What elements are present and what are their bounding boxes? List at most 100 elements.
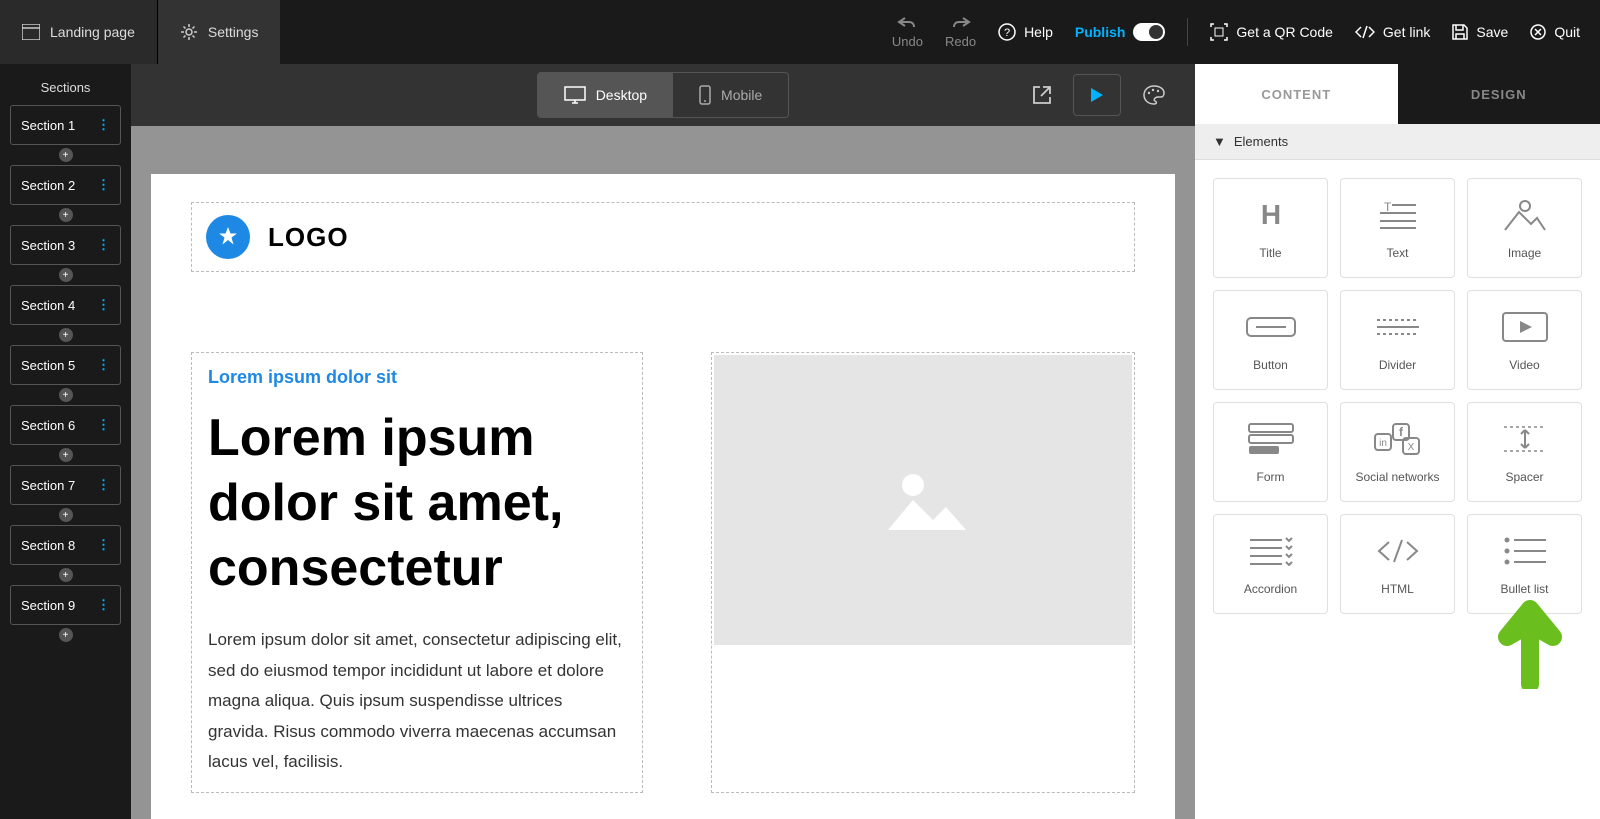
section-label: Section 7 [21, 478, 75, 493]
element-divider[interactable]: Divider [1340, 290, 1455, 390]
add-section-button[interactable]: + [59, 328, 73, 342]
element-label: Accordion [1244, 582, 1297, 596]
add-section-button[interactable]: + [59, 388, 73, 402]
element-label: Bullet list [1500, 582, 1548, 596]
add-section-button[interactable]: + [59, 448, 73, 462]
elements-header[interactable]: ▼ Elements [1195, 124, 1600, 160]
quit-button[interactable]: Quit [1530, 24, 1580, 40]
logo-badge [206, 215, 250, 259]
section-more-icon[interactable]: ⋮ [97, 357, 110, 373]
desktop-view-button[interactable]: Desktop [538, 73, 673, 117]
mobile-view-button[interactable]: Mobile [673, 73, 788, 117]
section-more-icon[interactable]: ⋮ [97, 417, 110, 433]
view-toggle: Desktop Mobile [537, 72, 790, 118]
element-video[interactable]: Video [1467, 290, 1582, 390]
svg-text:f: f [1399, 425, 1404, 439]
add-section-button[interactable]: + [59, 208, 73, 222]
element-label: Form [1257, 470, 1285, 484]
add-section-button[interactable]: + [59, 268, 73, 282]
close-icon [1530, 24, 1546, 40]
element-form[interactable]: Form [1213, 402, 1328, 502]
design-tab[interactable]: DESIGN [1398, 64, 1600, 124]
text-icon: T [1378, 196, 1418, 234]
desktop-icon [564, 86, 586, 104]
add-section-button[interactable]: + [59, 508, 73, 522]
landing-page-tab[interactable]: Landing page [0, 0, 158, 64]
section-more-icon[interactable]: ⋮ [97, 537, 110, 553]
section-item[interactable]: Section 1 ⋮ [10, 105, 121, 145]
content-tab[interactable]: CONTENT [1195, 64, 1398, 124]
qr-icon [1210, 23, 1228, 41]
section-item[interactable]: Section 3 ⋮ [10, 225, 121, 265]
getlink-button[interactable]: Get link [1355, 24, 1430, 40]
element-label: Spacer [1505, 470, 1543, 484]
logo-block[interactable]: LOGO [191, 202, 1135, 272]
section-item[interactable]: Section 5⋮ [10, 345, 121, 385]
preview-button[interactable] [1073, 74, 1121, 116]
element-label: Text [1386, 246, 1408, 260]
save-button[interactable]: Save [1452, 24, 1508, 40]
settings-tab[interactable]: Settings [158, 0, 281, 64]
image-placeholder-icon [878, 465, 968, 535]
section-item[interactable]: Section 8 ⋮ [10, 525, 121, 565]
save-icon [1452, 24, 1468, 40]
svg-text:H: H [1260, 200, 1280, 230]
section-more-icon[interactable]: ⋮ [97, 297, 110, 313]
redo-button[interactable]: Redo [945, 16, 976, 49]
page: LOGO Lorem ipsum dolor sit Lorem ipsum d… [151, 174, 1175, 819]
section-more-icon[interactable]: ⋮ [97, 597, 110, 613]
section-label: Section 9 [21, 598, 75, 613]
palette-icon[interactable] [1143, 85, 1165, 105]
text-block[interactable]: Lorem ipsum dolor sit Lorem ipsum dolor … [191, 352, 643, 793]
image-placeholder [714, 355, 1132, 645]
section-label: Section 1 [21, 118, 75, 133]
undo-button[interactable]: Undo [892, 16, 923, 49]
section-label: Section 6 [21, 418, 75, 433]
help-button[interactable]: ? Help [998, 23, 1053, 41]
section-more-icon[interactable]: ⋮ [97, 477, 110, 493]
bullet-list-icon [1502, 532, 1548, 570]
code-icon [1355, 25, 1375, 39]
section-more-icon[interactable]: ⋮ [97, 177, 110, 193]
publish-toggle[interactable]: Publish [1075, 23, 1166, 41]
section-label: Section 3 [21, 238, 75, 253]
section-item[interactable]: Section 9 ⋮ [10, 585, 121, 625]
body-text: Lorem ipsum dolor sit amet, consectetur … [208, 625, 626, 778]
element-accordion[interactable]: Accordion [1213, 514, 1328, 614]
help-icon: ? [998, 23, 1016, 41]
spacer-icon [1502, 420, 1548, 458]
element-label: HTML [1381, 582, 1414, 596]
divider-icon [1375, 308, 1421, 346]
section-item[interactable]: Section 6 ⋮ [10, 405, 121, 445]
add-section-button[interactable]: + [59, 148, 73, 162]
svg-text:in: in [1379, 438, 1387, 449]
element-html[interactable]: HTML [1340, 514, 1455, 614]
add-section-button[interactable]: + [59, 568, 73, 582]
logo-text: LOGO [268, 222, 349, 253]
accordion-icon [1248, 532, 1294, 570]
gear-icon [180, 23, 198, 41]
element-label: Divider [1379, 358, 1416, 372]
subtitle: Lorem ipsum dolor sit [208, 367, 626, 388]
image-block[interactable] [711, 352, 1135, 793]
element-image[interactable]: Image [1467, 178, 1582, 278]
element-text[interactable]: T Text [1340, 178, 1455, 278]
section-label: Section 8 [21, 538, 75, 553]
add-section-button[interactable]: + [59, 628, 73, 642]
section-more-icon[interactable]: ⋮ [97, 237, 110, 253]
section-item[interactable]: Section 2⋮ [10, 165, 121, 205]
element-button[interactable]: Button [1213, 290, 1328, 390]
element-spacer[interactable]: Spacer [1467, 402, 1582, 502]
page-icon [22, 24, 40, 40]
qr-button[interactable]: Get a QR Code [1210, 23, 1333, 41]
canvas[interactable]: LOGO Lorem ipsum dolor sit Lorem ipsum d… [131, 126, 1195, 819]
section-more-icon[interactable]: ⋮ [97, 117, 110, 133]
section-item[interactable]: Section 4⋮ [10, 285, 121, 325]
element-label: Social networks [1355, 470, 1439, 484]
open-external-icon[interactable] [1033, 86, 1051, 104]
toggle-switch[interactable] [1133, 23, 1165, 41]
element-title[interactable]: HTitle [1213, 178, 1328, 278]
element-social-networks[interactable]: infXSocial networks [1340, 402, 1455, 502]
section-item[interactable]: Section 7 ⋮ [10, 465, 121, 505]
sections-title: Sections [0, 74, 131, 105]
